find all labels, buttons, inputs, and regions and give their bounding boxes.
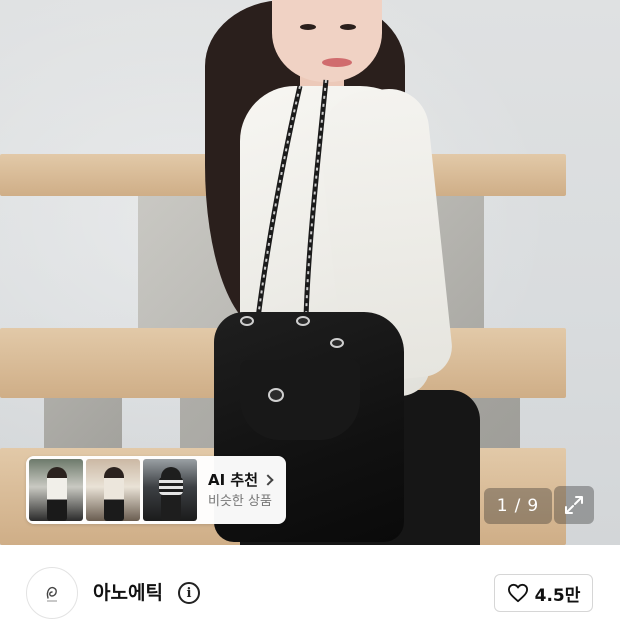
bag-grommet — [240, 316, 254, 326]
pager-separator: / — [514, 496, 522, 516]
like-button[interactable]: 4.5만 — [494, 574, 593, 612]
brand-logo-mark — [46, 586, 57, 602]
ai-recommendation-card[interactable]: AI 추천 비슷한 상품 — [26, 456, 286, 524]
brand-logo[interactable] — [26, 567, 78, 619]
pager-total: 9 — [527, 496, 540, 516]
recommended-product-thumbnail[interactable] — [29, 459, 83, 521]
thumbnail-figure — [47, 467, 67, 521]
thumbnail-striped-top — [159, 477, 183, 495]
ai-recommendation-subtitle: 비슷한 상품 — [208, 494, 272, 509]
image-pager: 1 / 9 — [484, 488, 552, 524]
like-count: 4.5만 — [534, 585, 581, 606]
bag-clasp — [268, 388, 284, 402]
ai-recommendation-title[interactable]: AI 추천 — [208, 470, 274, 490]
ai-recommendation-text: AI 추천 비슷한 상품 — [208, 459, 274, 521]
fullscreen-button[interactable] — [554, 486, 594, 524]
thumbnail-figure — [104, 467, 124, 521]
ai-recommendation-label: AI 추천 — [208, 471, 259, 489]
brand-name[interactable]: 아노에틱 — [93, 581, 163, 605]
recommended-product-thumbnail[interactable] — [143, 459, 197, 521]
expand-arrows-icon — [565, 496, 583, 514]
bag-grommet — [296, 316, 310, 326]
heart-outline-icon — [507, 583, 528, 603]
brand-bar: 아노에틱 i 4.5만 — [0, 545, 620, 620]
info-icon-glyph: i — [186, 585, 192, 601]
bag-flap — [240, 360, 360, 440]
chevron-right-icon — [262, 474, 274, 486]
bag-grommet — [330, 338, 344, 348]
pager-current: 1 — [496, 496, 509, 516]
recommended-product-thumbnail[interactable] — [86, 459, 140, 521]
info-icon[interactable]: i — [178, 582, 200, 604]
